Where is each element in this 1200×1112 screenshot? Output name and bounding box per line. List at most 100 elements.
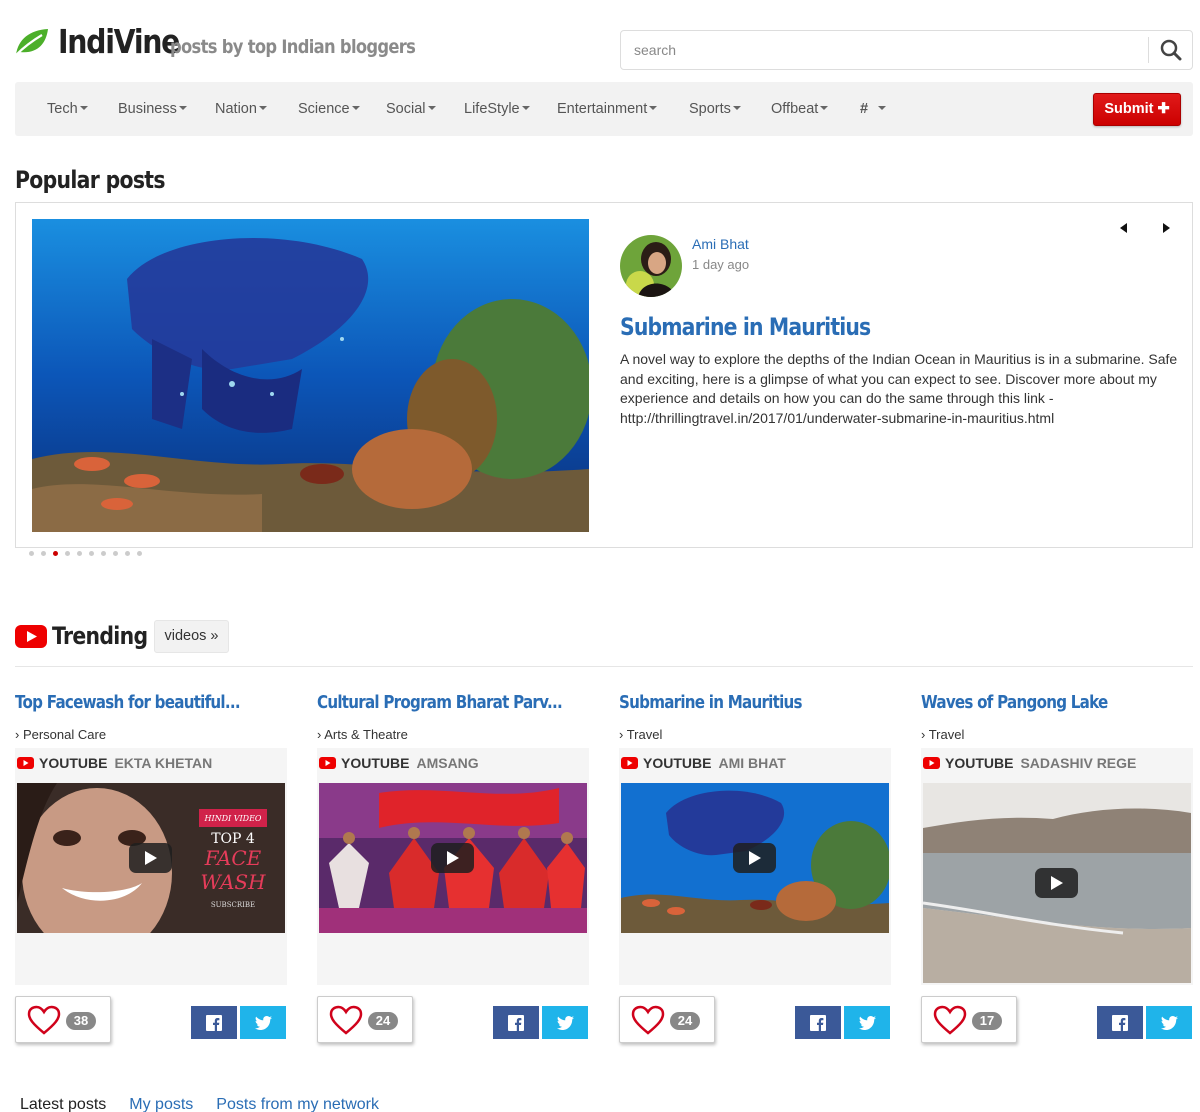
play-button[interactable]	[1035, 868, 1078, 898]
twitter-icon	[556, 1015, 574, 1030]
caret-down-icon	[427, 106, 436, 111]
channel-name[interactable]: SADASHIV REGE	[1020, 755, 1136, 771]
channel-name[interactable]: AMSANG	[416, 755, 478, 771]
carousel-dot[interactable]	[89, 551, 94, 556]
card-title[interactable]: Waves of Pangong Lake	[921, 692, 1108, 713]
video-source: YOUTUBE SADASHIV REGE	[923, 755, 1136, 771]
nav-item-sports[interactable]: Sports	[689, 82, 741, 136]
next-arrow-icon[interactable]	[1159, 221, 1173, 235]
twitter-share-button[interactable]	[240, 1006, 286, 1039]
caret-down-icon	[79, 106, 88, 111]
caret-down-icon	[521, 106, 530, 111]
featured-post-title[interactable]: Submarine in Mauritius	[620, 313, 871, 341]
twitter-share-button[interactable]	[1146, 1006, 1192, 1039]
videos-button[interactable]: videos »	[154, 620, 229, 653]
youtube-icon	[17, 757, 34, 769]
like-count: 17	[972, 1012, 1002, 1030]
video-source: YOUTUBE EKTA KHETAN	[17, 755, 212, 771]
like-button[interactable]: 38	[15, 996, 111, 1043]
play-button[interactable]	[431, 843, 474, 873]
popular-carousel: Ami Bhat 1 day ago Submarine in Mauritiu…	[15, 202, 1193, 548]
nav-label: Social	[386, 101, 426, 117]
search-button[interactable]	[1149, 31, 1192, 69]
facebook-share-button[interactable]	[493, 1006, 539, 1039]
tab-network-posts[interactable]: Posts from my network	[216, 1096, 379, 1112]
like-button[interactable]: 24	[317, 996, 413, 1043]
prev-arrow-icon[interactable]	[1117, 221, 1131, 235]
carousel-dot[interactable]	[137, 551, 142, 556]
facebook-share-button[interactable]	[795, 1006, 841, 1039]
card-category[interactable]: › Personal Care	[15, 727, 106, 742]
card-category[interactable]: › Arts & Theatre	[317, 727, 408, 742]
like-button[interactable]: 24	[619, 996, 715, 1043]
heart-icon	[933, 1005, 967, 1035]
twitter-share-button[interactable]	[542, 1006, 588, 1039]
carousel-dot-active[interactable]	[53, 551, 58, 556]
nav-item-offbeat[interactable]: Offbeat	[771, 82, 829, 136]
carousel-dot[interactable]	[125, 551, 130, 556]
facebook-share-button[interactable]	[1097, 1006, 1143, 1039]
nav-item-tech[interactable]: Tech	[47, 82, 88, 136]
nav-item-science[interactable]: Science	[298, 82, 360, 136]
carousel-dot[interactable]	[65, 551, 70, 556]
carousel-dot[interactable]	[77, 551, 82, 556]
search-input[interactable]	[621, 31, 1148, 69]
heart-icon	[631, 1005, 665, 1035]
video-thumbnail[interactable]: HINDI VIDEO TOP 4 FACE WASH SUBSCRIBE	[17, 783, 285, 933]
youtube-icon	[15, 625, 47, 648]
play-button[interactable]	[129, 843, 172, 873]
card-title[interactable]: Cultural Program Bharat Parv...	[317, 692, 563, 713]
twitter-share-button[interactable]	[844, 1006, 890, 1039]
carousel-dot[interactable]	[41, 551, 46, 556]
channel-name[interactable]: AMI BHAT	[718, 755, 785, 771]
channel-name[interactable]: EKTA KHETAN	[114, 755, 212, 771]
underwater-submarine-image	[32, 219, 589, 532]
nav-item-business[interactable]: Business	[118, 82, 187, 136]
carousel-dot[interactable]	[29, 551, 34, 556]
tab-my-posts[interactable]: My posts	[129, 1096, 193, 1112]
carousel-dot[interactable]	[101, 551, 106, 556]
nav-item-lifestyle[interactable]: LifeStyle	[464, 82, 530, 136]
author-name[interactable]: Ami Bhat	[692, 236, 749, 252]
heart-icon	[329, 1005, 363, 1035]
carousel-dots	[29, 551, 142, 556]
twitter-icon	[1160, 1015, 1178, 1030]
tab-latest-posts[interactable]: Latest posts	[20, 1096, 106, 1112]
avatar-image	[620, 235, 682, 297]
nav-label: Nation	[215, 101, 257, 117]
thumb-text: TOP 4	[211, 831, 255, 847]
caret-down-icon	[732, 106, 741, 111]
trending-card: Top Facewash for beautiful... › Personal…	[15, 692, 287, 1052]
logo[interactable]: IndiVine posts by top Indian bloggers	[14, 22, 455, 61]
author-avatar[interactable]	[620, 235, 682, 297]
featured-image[interactable]	[32, 219, 589, 532]
like-count: 24	[670, 1012, 700, 1030]
facebook-icon	[508, 1014, 524, 1031]
play-button[interactable]	[733, 843, 776, 873]
source-label: YOUTUBE	[643, 755, 712, 771]
card-title[interactable]: Top Facewash for beautiful...	[15, 692, 241, 713]
nav-item-entertainment[interactable]: Entertainment	[557, 82, 658, 136]
card-category[interactable]: › Travel	[921, 727, 964, 742]
facebook-icon	[1112, 1014, 1128, 1031]
card-category[interactable]: › Travel	[619, 727, 662, 742]
section-divider	[15, 666, 1193, 667]
video-panel: YOUTUBE AMI BHAT	[619, 748, 891, 985]
video-thumbnail[interactable]	[319, 783, 587, 933]
facebook-share-button[interactable]	[191, 1006, 237, 1039]
submit-button[interactable]: Submit ✚	[1093, 93, 1181, 126]
caret-down-icon	[351, 106, 360, 111]
video-thumbnail[interactable]	[621, 783, 889, 933]
nav-item-social[interactable]: Social	[386, 82, 436, 136]
youtube-icon	[923, 757, 940, 769]
like-button[interactable]: 17	[921, 996, 1017, 1043]
nav-item-hashtag[interactable]: #	[860, 82, 887, 136]
heart-icon	[27, 1005, 61, 1035]
carousel-dot[interactable]	[113, 551, 118, 556]
card-title[interactable]: Submarine in Mauritius	[619, 692, 803, 713]
nav-label: Business	[118, 101, 177, 117]
twitter-icon	[858, 1015, 876, 1030]
video-thumbnail[interactable]	[923, 783, 1191, 983]
video-panel: YOUTUBE EKTA KHETAN HINDI VIDEO TOP 4 FA…	[15, 748, 287, 985]
nav-item-nation[interactable]: Nation	[215, 82, 267, 136]
